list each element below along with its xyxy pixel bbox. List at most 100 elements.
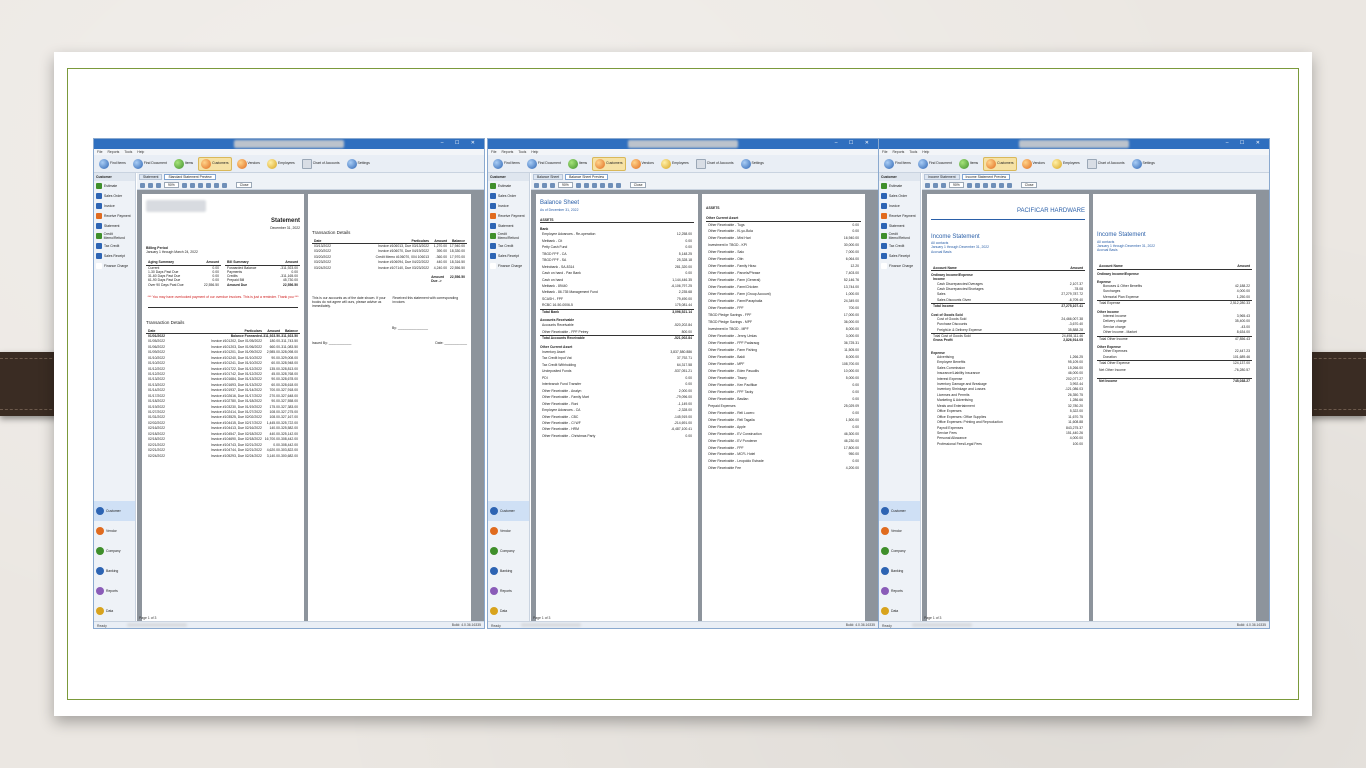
module-data[interactable]: Data [488, 601, 529, 621]
navigation-icon[interactable] [966, 182, 972, 188]
sidebar-item-receive-payment[interactable]: Receive Payment [879, 211, 920, 221]
sidebar-item-credit-memo-refund[interactable]: Credit Memo/Refund [879, 231, 920, 241]
employees-button[interactable]: Employees [265, 158, 297, 170]
navigation-icon[interactable] [197, 182, 203, 188]
navigation-icon[interactable] [990, 182, 996, 188]
sidebar-item-sales-receipt[interactable]: Sales Receipt [879, 251, 920, 261]
sidebar-item-invoice[interactable]: Invoice [94, 201, 135, 211]
navigation-icon[interactable] [1006, 182, 1012, 188]
sidebar-item-receive-payment[interactable]: Receive Payment [488, 211, 529, 221]
tab-preview[interactable]: Income Statement Preview [961, 174, 1011, 180]
menu-item-tools[interactable]: Tools [518, 150, 526, 154]
items-button[interactable]: Items [172, 158, 195, 170]
settings-button[interactable]: Settings [739, 158, 766, 170]
menu-item-file[interactable]: File [97, 150, 102, 154]
sidebar-item-sales-order[interactable]: Sales Order [94, 191, 135, 201]
sidebar-item-sales-receipt[interactable]: Sales Receipt [488, 251, 529, 261]
preview-tool-icon[interactable] [925, 182, 930, 188]
tab-preview[interactable]: Balance Sheet Preview [565, 174, 609, 180]
sidebar-item-estimate[interactable]: Estimate [879, 181, 920, 191]
preview-tool-icon[interactable] [933, 182, 938, 188]
customers-button[interactable]: Customers [592, 156, 626, 171]
sidebar-item-sales-receipt[interactable]: Sales Receipt [94, 251, 135, 261]
navigation-icon[interactable] [205, 182, 211, 188]
tab-preview[interactable]: Standard Statement Preview [164, 174, 216, 180]
module-reports[interactable]: Reports [94, 581, 135, 601]
navigation-icon[interactable] [213, 182, 219, 188]
navigation-icon[interactable] [591, 182, 597, 188]
preview-tool-icon[interactable] [156, 182, 161, 188]
preview-tool-icon[interactable] [534, 182, 539, 188]
module-vendor[interactable]: Vendor [94, 521, 135, 541]
navigation-icon[interactable] [583, 182, 589, 188]
module-vendor[interactable]: Vendor [879, 521, 920, 541]
menu-item-tools[interactable]: Tools [909, 150, 917, 154]
module-company[interactable]: Company [879, 541, 920, 561]
menu-item-file[interactable]: File [491, 150, 496, 154]
module-data[interactable]: Data [94, 601, 135, 621]
sidebar-item-invoice[interactable]: Invoice [488, 201, 529, 211]
sidebar-item-statement[interactable]: Statement [94, 221, 135, 231]
menu-item-reports[interactable]: Reports [501, 150, 513, 154]
vendors-button[interactable]: Vendors [1020, 158, 1047, 170]
sidebar-item-estimate[interactable]: Estimate [94, 181, 135, 191]
customers-button[interactable]: Customers [983, 156, 1017, 171]
menu-item-reports[interactable]: Reports [107, 150, 119, 154]
navigation-icon[interactable] [575, 182, 581, 188]
chart-of-accounts-button[interactable]: Chart of Accounts [300, 158, 342, 170]
menu-item-file[interactable]: File [882, 150, 887, 154]
module-company[interactable]: Company [94, 541, 135, 561]
navigation-icon[interactable] [221, 182, 227, 188]
sidebar-item-credit-memo-refund[interactable]: Credit Memo/Refund [488, 231, 529, 241]
navigation-icon[interactable] [615, 182, 621, 188]
sidebar-item-finance-charge[interactable]: Finance Charge [879, 261, 920, 271]
employees-button[interactable]: Employees [659, 158, 691, 170]
settings-button[interactable]: Settings [345, 158, 372, 170]
menu-item-help[interactable]: Help [531, 150, 538, 154]
navigation-icon[interactable] [181, 182, 187, 188]
zoom-select[interactable]: 90% [558, 181, 573, 189]
sidebar-item-estimate[interactable]: Estimate [488, 181, 529, 191]
module-reports[interactable]: Reports [488, 581, 529, 601]
preview-tool-icon[interactable] [148, 182, 153, 188]
module-banking[interactable]: Banking [488, 561, 529, 581]
module-vendor[interactable]: Vendor [488, 521, 529, 541]
tab-list[interactable]: Statement [139, 174, 163, 180]
preview-tool-icon[interactable] [941, 182, 946, 188]
preview-tool-icon[interactable] [140, 182, 145, 188]
menu-item-reports[interactable]: Reports [892, 150, 904, 154]
close-preview-button[interactable]: Close [629, 181, 647, 189]
module-banking[interactable]: Banking [94, 561, 135, 581]
sidebar-item-tax-credit[interactable]: Tax Credit [879, 241, 920, 251]
tab-list[interactable]: Income Statement [924, 174, 960, 180]
close-preview-button[interactable]: Close [1020, 181, 1038, 189]
menu-item-help[interactable]: Help [922, 150, 929, 154]
preview-tool-icon[interactable] [550, 182, 555, 188]
find-document-button[interactable]: Find Document [131, 158, 169, 170]
module-customer[interactable]: Customer [488, 501, 529, 521]
sidebar-item-tax-credit[interactable]: Tax Credit [94, 241, 135, 251]
sidebar-item-finance-charge[interactable]: Finance Charge [94, 261, 135, 271]
navigation-icon[interactable] [974, 182, 980, 188]
close-preview-button[interactable]: Close [235, 181, 253, 189]
module-customer[interactable]: Customer [94, 501, 135, 521]
module-reports[interactable]: Reports [879, 581, 920, 601]
menu-item-help[interactable]: Help [137, 150, 144, 154]
sidebar-item-statement[interactable]: Statement [488, 221, 529, 231]
navigation-icon[interactable] [189, 182, 195, 188]
navigation-icon[interactable] [982, 182, 988, 188]
find-items-button[interactable]: Find Items [97, 158, 128, 170]
module-company[interactable]: Company [488, 541, 529, 561]
vendors-button[interactable]: Vendors [629, 158, 656, 170]
sidebar-item-credit-memo-refund[interactable]: Credit Memo/Refund [94, 231, 135, 241]
chart-of-accounts-button[interactable]: Chart of Accounts [1085, 158, 1127, 170]
module-banking[interactable]: Banking [879, 561, 920, 581]
sidebar-item-statement[interactable]: Statement [879, 221, 920, 231]
module-data[interactable]: Data [879, 601, 920, 621]
find-document-button[interactable]: Find Document [525, 158, 563, 170]
zoom-select[interactable]: 90% [949, 181, 964, 189]
sidebar-item-invoice[interactable]: Invoice [879, 201, 920, 211]
module-customer[interactable]: Customer [879, 501, 920, 521]
sidebar-item-receive-payment[interactable]: Receive Payment [94, 211, 135, 221]
sidebar-item-sales-order[interactable]: Sales Order [488, 191, 529, 201]
